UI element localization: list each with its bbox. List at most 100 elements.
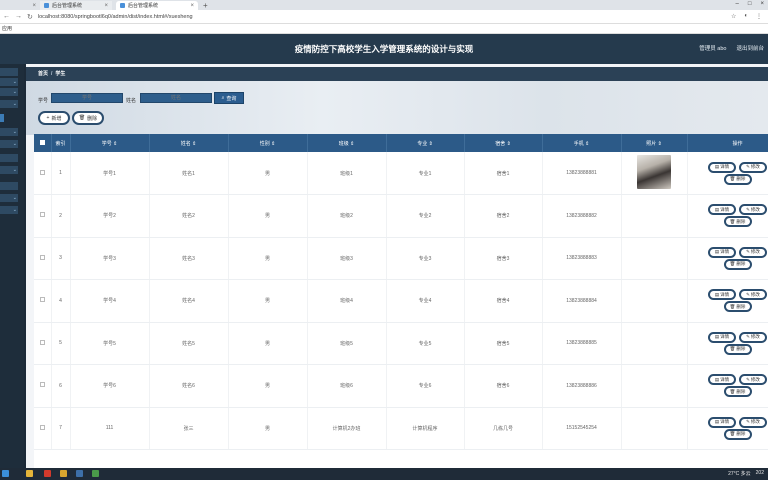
select-all-checkbox[interactable]	[34, 134, 52, 152]
app-icon-editor[interactable]	[76, 470, 83, 477]
checkbox-icon[interactable]	[39, 212, 45, 218]
column-header-zhaopian[interactable]: 照片 ⇕	[621, 134, 688, 152]
xuehao-search-input[interactable]	[51, 93, 123, 103]
profile-icon[interactable]: ◐	[744, 13, 748, 20]
sidebar-item-active[interactable]	[0, 114, 4, 122]
row-checkbox[interactable]	[34, 237, 52, 280]
detail-button[interactable]: ▤ 详情	[708, 204, 736, 216]
edit-button[interactable]: ✎ 修改	[739, 331, 767, 343]
checkbox-icon[interactable]	[39, 382, 45, 388]
app-icon-folder[interactable]	[26, 470, 33, 477]
row-checkbox[interactable]	[34, 279, 52, 323]
column-header-xingming[interactable]: 姓名 ⇕	[149, 134, 229, 152]
checkbox-icon[interactable]	[39, 297, 45, 303]
close-icon[interactable]: ×	[190, 3, 194, 9]
row-delete-button[interactable]: 🗑 删除	[723, 216, 752, 228]
detail-button[interactable]: ▤ 详情	[708, 161, 736, 173]
column-header-shouji[interactable]: 手机 ⇕	[542, 134, 622, 152]
column-header-zhuanye[interactable]: 专业 ⇕	[386, 134, 465, 152]
minimize-icon[interactable]: –	[736, 1, 739, 7]
app-icon-chrome[interactable]	[92, 470, 99, 477]
cell-xuehao: 学号5	[70, 322, 150, 365]
checkbox-icon[interactable]	[39, 254, 45, 260]
sidebar-item[interactable]: ⌄	[0, 78, 18, 86]
edit-button[interactable]: ✎ 修改	[739, 246, 767, 258]
column-header-banji[interactable]: 班级 ⇕	[307, 134, 387, 152]
menu-icon[interactable]: ⋮	[756, 13, 762, 20]
row-checkbox[interactable]	[34, 407, 52, 450]
cell-operations: ▤ 详情 ✎ 修改 🗑 删除	[687, 279, 768, 323]
detail-button[interactable]: ▤ 详情	[708, 289, 736, 301]
cell-xuehao: 学号3	[70, 237, 150, 280]
row-checkbox[interactable]	[34, 364, 52, 408]
row-delete-button[interactable]: 🗑 删除	[723, 173, 752, 185]
trash-icon: 🗑	[729, 388, 736, 394]
row-checkbox[interactable]	[34, 194, 52, 238]
sidebar-item[interactable]: ⌄	[0, 128, 18, 136]
weather-text[interactable]: 27°C 多云	[728, 470, 751, 477]
row-delete-button[interactable]: 🗑 删除	[723, 258, 752, 270]
detail-button[interactable]: ▤ 详情	[708, 246, 736, 258]
app-icon-office[interactable]	[44, 470, 51, 477]
detail-button[interactable]: ▤ 详情	[708, 374, 736, 386]
browser-tab-1[interactable]: ×	[0, 1, 40, 10]
sidebar-item[interactable]: ⌄	[0, 88, 18, 96]
sidebar-item[interactable]: ⌄	[0, 166, 18, 174]
new-tab-icon[interactable]: +	[203, 1, 208, 10]
maximize-icon[interactable]: □	[748, 1, 752, 7]
browser-tab-2[interactable]: 后台管理系统 ×	[40, 1, 112, 10]
app-icon-files[interactable]	[60, 470, 67, 477]
add-button[interactable]: + 新增	[38, 111, 70, 125]
breadcrumb-home[interactable]: 首页	[38, 71, 48, 77]
edit-button[interactable]: ✎ 修改	[739, 374, 767, 386]
close-window-icon[interactable]: ×	[760, 1, 764, 7]
row-delete-button[interactable]: 🗑 删除	[723, 301, 752, 313]
edit-button[interactable]: ✎ 修改	[739, 204, 767, 216]
edit-button[interactable]: ✎ 修改	[739, 161, 767, 173]
back-icon[interactable]: ←	[3, 13, 10, 20]
column-header-sushe[interactable]: 宿舍 ⇕	[464, 134, 543, 152]
sidebar-item[interactable]	[0, 182, 18, 190]
row-delete-button[interactable]: 🗑 删除	[723, 343, 752, 355]
sidebar-item[interactable]: ⌄	[0, 100, 18, 108]
bookmark-apps[interactable]: 应用	[2, 26, 12, 32]
checkbox-icon[interactable]	[39, 169, 45, 175]
cell-operations: ▤ 详情 ✎ 修改 🗑 删除	[687, 152, 768, 195]
cell-sushe: 宿舍3	[464, 237, 543, 280]
cell-photo	[621, 237, 688, 280]
sidebar-item[interactable]: ⌄	[0, 194, 18, 202]
sidebar-item[interactable]	[0, 154, 18, 162]
row-delete-button[interactable]: 🗑 删除	[723, 386, 752, 398]
batch-delete-button[interactable]: 🗑 删除	[72, 111, 104, 125]
file-icon: ▤	[714, 249, 720, 255]
close-icon[interactable]: ×	[32, 3, 36, 9]
windows-start-icon[interactable]	[2, 470, 9, 477]
row-checkbox[interactable]	[34, 322, 52, 365]
column-header-xuehao[interactable]: 学号 ⇕	[70, 134, 150, 152]
extension-icon[interactable]: ☆	[731, 13, 736, 20]
checkbox-icon[interactable]	[39, 424, 45, 430]
checkbox-icon[interactable]	[39, 139, 45, 145]
browser-tab-active[interactable]: 后台管理系统 ×	[116, 1, 198, 10]
xingming-search-input[interactable]	[140, 93, 212, 103]
sidebar-item[interactable]	[0, 68, 18, 76]
search-button[interactable]: ⌕ 查询	[214, 92, 244, 104]
checkbox-icon[interactable]	[39, 339, 45, 345]
reload-icon[interactable]: ↻	[27, 13, 33, 21]
edit-button[interactable]: ✎ 修改	[739, 289, 767, 301]
forward-icon[interactable]: →	[15, 13, 22, 20]
logout-link[interactable]: 退出到前台	[736, 44, 764, 52]
detail-button[interactable]: ▤ 详情	[708, 416, 736, 428]
sidebar-item[interactable]: ⌄	[0, 206, 18, 214]
column-header-xingbie[interactable]: 性别 ⇕	[228, 134, 308, 152]
row-delete-button[interactable]: 🗑 删除	[723, 428, 752, 440]
sidebar-item[interactable]: ⌄	[0, 140, 18, 148]
clock-text[interactable]: 202	[756, 470, 764, 477]
url-field[interactable]: localhost:8080/springbootl6q0/admin/dist…	[38, 14, 193, 20]
edit-button[interactable]: ✎ 修改	[739, 416, 767, 428]
close-icon[interactable]: ×	[104, 3, 108, 9]
row-checkbox[interactable]	[34, 152, 52, 195]
cell-banji: 班级2	[307, 194, 387, 238]
row-delete-button-label: 删除	[736, 431, 746, 437]
detail-button[interactable]: ▤ 详情	[708, 331, 736, 343]
